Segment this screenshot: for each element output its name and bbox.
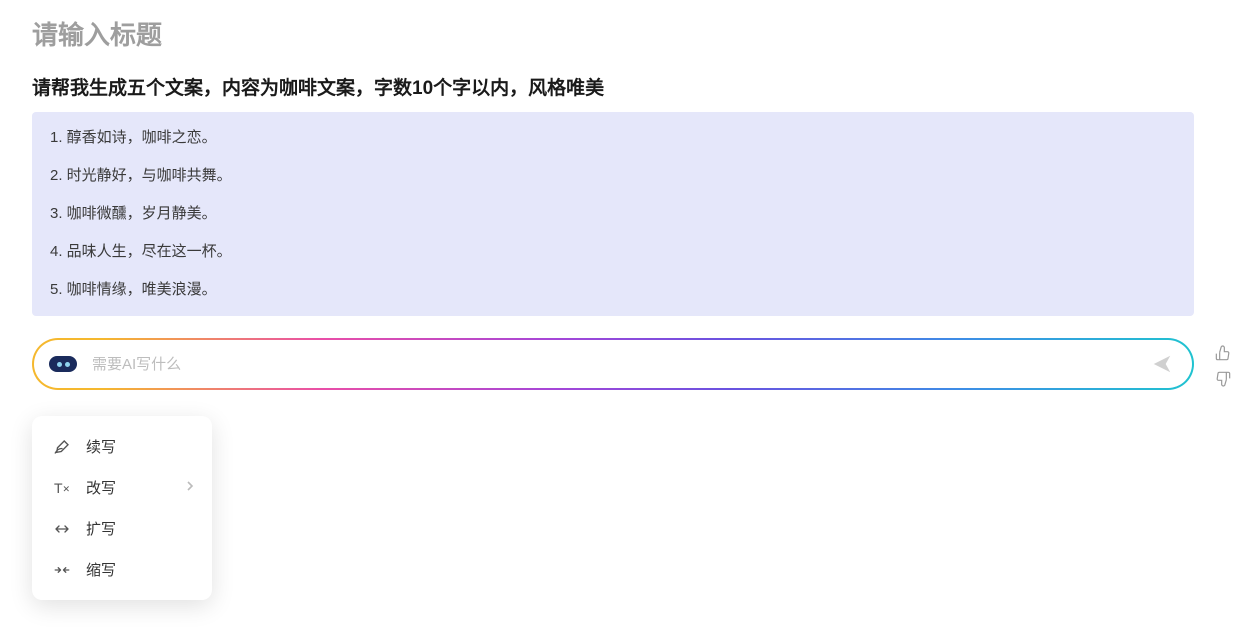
dropdown-item-label: 改写 <box>86 477 116 498</box>
user-prompt-heading: 请帮我生成五个文案，内容为咖啡文案，字数10个字以内，风格唯美 <box>32 73 1219 100</box>
collapse-icon <box>52 560 72 580</box>
dropdown-item-continue[interactable]: 续写 <box>36 426 208 467</box>
tx-icon: T✕ <box>52 478 72 498</box>
chevron-right-icon <box>186 480 194 495</box>
chat-input-gradient-border <box>32 338 1194 390</box>
dropdown-item-shorten[interactable]: 缩写 <box>36 549 208 590</box>
chat-input-row: 续写 T✕ 改写 扩写 缩写 <box>32 338 1194 390</box>
response-line: 5. 咖啡情缘，唯美浪漫。 <box>50 278 1176 302</box>
thumbs-down-icon <box>1215 371 1231 387</box>
send-button[interactable] <box>1148 350 1176 378</box>
send-icon <box>1151 353 1173 375</box>
dropdown-item-label: 续写 <box>86 436 116 457</box>
chat-input-inner <box>34 340 1192 388</box>
dropdown-item-label: 扩写 <box>86 518 116 539</box>
action-dropdown: 续写 T✕ 改写 扩写 缩写 <box>32 416 212 600</box>
chat-input[interactable] <box>92 356 1148 373</box>
thumbs-down-button[interactable] <box>1214 370 1232 388</box>
dropdown-item-label: 缩写 <box>86 559 116 580</box>
title-input[interactable] <box>32 20 1219 51</box>
response-line: 3. 咖啡微醺，岁月静美。 <box>50 202 1176 226</box>
response-line: 2. 时光静好，与咖啡共舞。 <box>50 164 1176 188</box>
expand-icon <box>52 519 72 539</box>
dropdown-item-expand[interactable]: 扩写 <box>36 508 208 549</box>
bot-avatar-icon <box>44 345 82 383</box>
ai-response-box: 1. 醇香如诗，咖啡之恋。 2. 时光静好，与咖啡共舞。 3. 咖啡微醺，岁月静… <box>32 112 1194 316</box>
thumbs-up-button[interactable] <box>1214 344 1232 362</box>
dropdown-item-rewrite[interactable]: T✕ 改写 <box>36 467 208 508</box>
thumbs-up-icon <box>1215 345 1231 361</box>
pen-icon <box>52 437 72 457</box>
feedback-buttons <box>1214 344 1232 388</box>
response-line: 1. 醇香如诗，咖啡之恋。 <box>50 126 1176 150</box>
response-line: 4. 品味人生，尽在这一杯。 <box>50 240 1176 264</box>
